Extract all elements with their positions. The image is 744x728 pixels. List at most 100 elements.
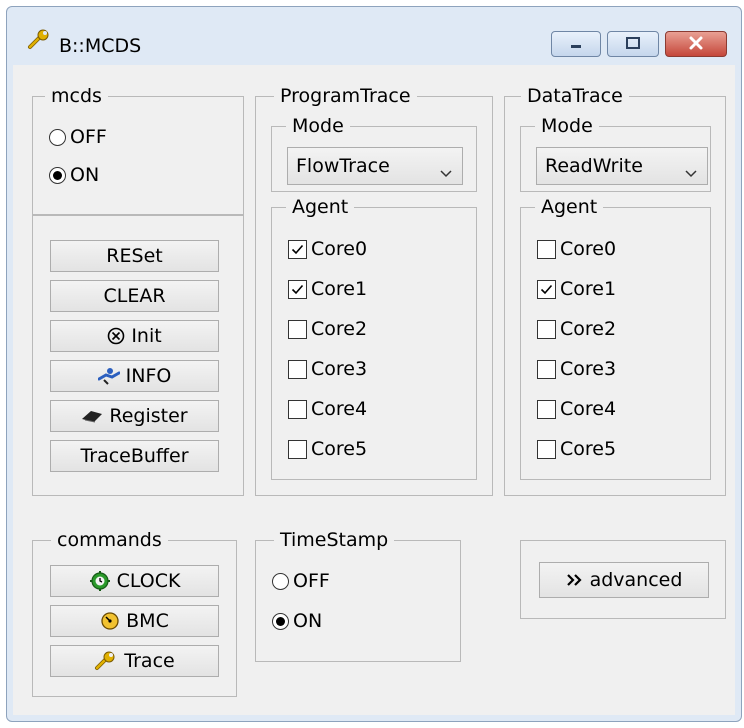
checkbox-unchecked-icon xyxy=(288,359,307,379)
clock-gear-icon xyxy=(89,570,111,592)
register-button-label: Register xyxy=(109,405,188,427)
timestamp-group: TimeStamp OFF ON xyxy=(255,528,461,662)
timestamp-on-label: ON xyxy=(293,610,323,632)
mcds-buttons-panel: RESet CLEAR Init INFO Register TraceBuff… xyxy=(32,215,244,496)
programtrace-mode-value: FlowTrace xyxy=(296,155,390,177)
mcds-on-label: ON xyxy=(70,164,100,186)
close-button[interactable] xyxy=(665,31,727,57)
init-button[interactable]: Init xyxy=(50,320,219,352)
bmc-button[interactable]: BMC xyxy=(50,605,219,637)
datatrace-core0-checkbox[interactable]: Core0 xyxy=(537,238,616,260)
checkbox-unchecked-icon xyxy=(537,399,556,419)
programtrace-core0-checkbox[interactable]: Core0 xyxy=(288,238,367,260)
chevron-down-icon xyxy=(685,161,697,183)
clear-button[interactable]: CLEAR xyxy=(50,280,219,312)
datatrace-group-label: DataTrace xyxy=(521,84,629,108)
datatrace-core1-label: Core1 xyxy=(560,278,617,300)
mcds-on-radio[interactable]: ON xyxy=(49,164,99,186)
wrench-icon xyxy=(94,651,118,671)
advanced-button-label: advanced xyxy=(589,569,683,591)
clock-button[interactable]: CLOCK xyxy=(50,565,219,597)
checkbox-checked-icon xyxy=(288,239,307,259)
radio-off-indicator xyxy=(49,128,66,146)
mcds-off-radio[interactable]: OFF xyxy=(49,126,107,148)
datatrace-core4-label: Core4 xyxy=(560,398,617,420)
tracebuffer-button[interactable]: TraceBuffer xyxy=(50,440,219,472)
datatrace-group: DataTrace Mode ReadWrite Agent Core0 Cor… xyxy=(504,84,726,496)
checkbox-unchecked-icon xyxy=(288,319,307,339)
chevron-down-icon xyxy=(440,161,452,183)
programtrace-agent-label: Agent xyxy=(286,195,355,219)
programtrace-group-label: ProgramTrace xyxy=(274,84,417,108)
datatrace-core2-checkbox[interactable]: Core2 xyxy=(537,318,616,340)
mcds-off-label: OFF xyxy=(70,126,107,148)
circled-x-icon xyxy=(107,327,125,345)
programtrace-core5-checkbox[interactable]: Core5 xyxy=(288,438,367,460)
mcds-group-label: mcds xyxy=(45,84,108,108)
clear-button-label: CLEAR xyxy=(103,285,166,307)
checkbox-checked-icon xyxy=(537,279,556,299)
advanced-panel: advanced xyxy=(520,540,726,619)
datatrace-mode-value: ReadWrite xyxy=(545,155,643,177)
reset-button[interactable]: RESet xyxy=(50,240,219,272)
maximize-button[interactable] xyxy=(607,31,659,57)
programtrace-mode-select[interactable]: FlowTrace xyxy=(287,147,463,185)
datatrace-core5-label: Core5 xyxy=(560,438,617,460)
datatrace-core3-checkbox[interactable]: Core3 xyxy=(537,358,616,380)
clock-button-label: CLOCK xyxy=(116,570,181,592)
commands-group: commands CLOCK BMC Trace xyxy=(32,528,237,697)
app-window: B::MCDS mcds OFF ON RESet CLEAR Init INF… xyxy=(6,6,742,722)
timestamp-on-radio[interactable]: ON xyxy=(272,610,322,632)
trace-button[interactable]: Trace xyxy=(50,645,219,677)
programtrace-core2-checkbox[interactable]: Core2 xyxy=(288,318,367,340)
programtrace-mode-label: Mode xyxy=(286,114,350,138)
datatrace-mode-select[interactable]: ReadWrite xyxy=(536,147,708,185)
datatrace-core1-checkbox[interactable]: Core1 xyxy=(537,278,616,300)
datatrace-core5-checkbox[interactable]: Core5 xyxy=(537,438,616,460)
programtrace-core3-checkbox[interactable]: Core3 xyxy=(288,358,367,380)
timestamp-group-label: TimeStamp xyxy=(274,528,395,552)
programtrace-core2-label: Core2 xyxy=(311,318,368,340)
programtrace-mode-group: Mode FlowTrace xyxy=(271,114,477,192)
advanced-button[interactable]: advanced xyxy=(539,562,709,598)
datatrace-agent-group: Agent Core0 Core1 Core2 Core3 Core4 Core… xyxy=(520,195,711,480)
programtrace-core3-label: Core3 xyxy=(311,358,368,380)
datatrace-core4-checkbox[interactable]: Core4 xyxy=(537,398,616,420)
programtrace-agent-group: Agent Core0 Core1 Core2 Core3 Core4 Core… xyxy=(271,195,477,480)
register-button[interactable]: Register xyxy=(50,400,219,432)
reset-button-label: RESet xyxy=(106,245,163,267)
radio-off-indicator xyxy=(272,572,289,590)
datatrace-core0-label: Core0 xyxy=(560,238,617,260)
maximize-icon xyxy=(626,37,640,49)
wrench-icon xyxy=(27,29,53,51)
radio-on-indicator xyxy=(49,166,66,184)
checkbox-unchecked-icon xyxy=(537,439,556,459)
checkbox-unchecked-icon xyxy=(537,239,556,259)
info-hand-icon xyxy=(97,367,120,385)
checkbox-unchecked-icon xyxy=(537,319,556,339)
programtrace-core1-label: Core1 xyxy=(311,278,368,300)
window-title: B::MCDS xyxy=(59,35,142,57)
trace-button-label: Trace xyxy=(124,650,175,672)
checkbox-unchecked-icon xyxy=(288,439,307,459)
info-button[interactable]: INFO xyxy=(50,360,219,392)
checkbox-unchecked-icon xyxy=(537,359,556,379)
timestamp-off-label: OFF xyxy=(293,570,330,592)
checkbox-unchecked-icon xyxy=(288,399,307,419)
tracebuffer-button-label: TraceBuffer xyxy=(80,445,189,467)
mcds-group: mcds OFF ON xyxy=(32,84,244,215)
datatrace-core3-label: Core3 xyxy=(560,358,617,380)
double-chevron-right-icon xyxy=(566,573,584,587)
bmc-gauge-icon xyxy=(100,611,120,631)
timestamp-off-radio[interactable]: OFF xyxy=(272,570,330,592)
commands-group-label: commands xyxy=(51,528,168,552)
programtrace-core4-checkbox[interactable]: Core4 xyxy=(288,398,367,420)
title-bar[interactable]: B::MCDS xyxy=(7,7,741,57)
datatrace-mode-group: Mode ReadWrite xyxy=(520,114,711,192)
programtrace-group: ProgramTrace Mode FlowTrace Agent Core0 xyxy=(255,84,493,496)
minimize-button[interactable] xyxy=(551,31,601,57)
close-icon xyxy=(689,36,703,50)
datatrace-mode-label: Mode xyxy=(535,114,599,138)
client-area: mcds OFF ON RESet CLEAR Init INFO Regist… xyxy=(13,65,735,715)
programtrace-core1-checkbox[interactable]: Core1 xyxy=(288,278,367,300)
